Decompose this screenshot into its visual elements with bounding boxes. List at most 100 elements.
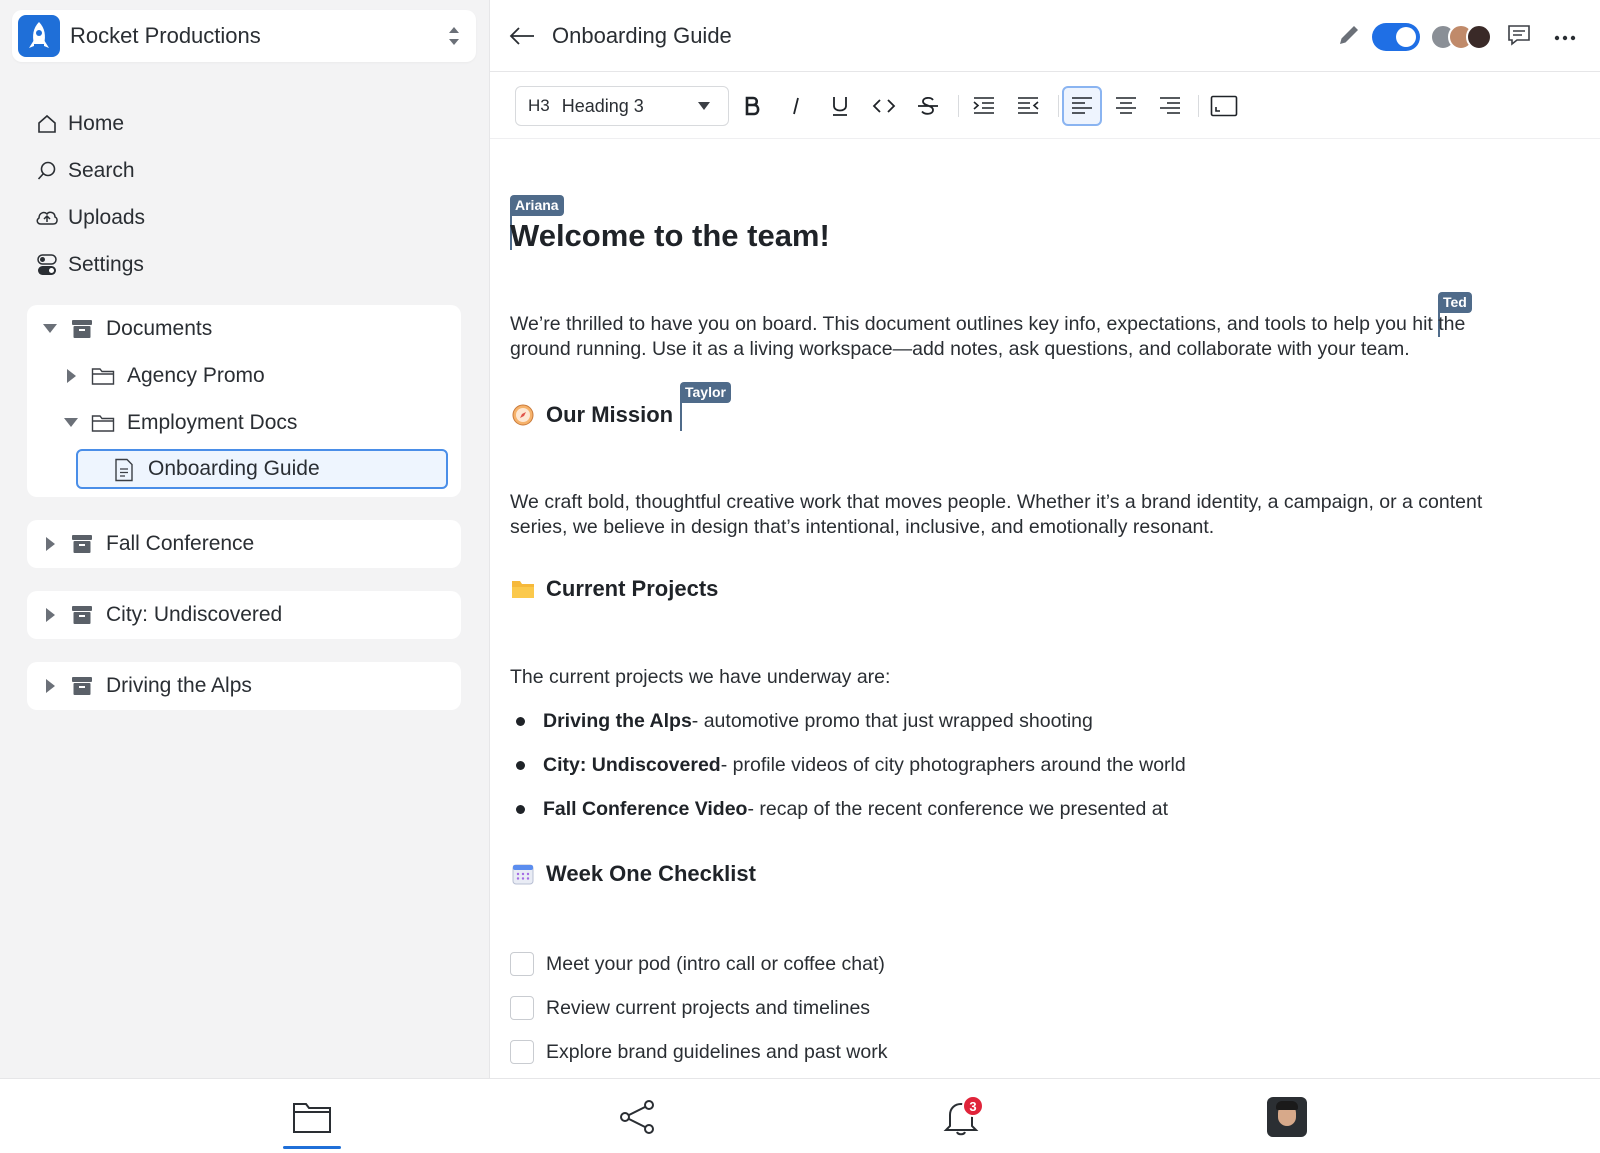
nav-label: Settings <box>68 252 144 276</box>
toolbar-divider <box>958 95 959 117</box>
toolbar-divider <box>1198 95 1199 117</box>
tree-group-driving-alps[interactable]: Driving the Alps <box>27 662 461 710</box>
caret-right-icon <box>61 368 81 383</box>
nav-item-uploads[interactable]: Uploads <box>34 194 145 241</box>
checklist-item[interactable]: Explore brand guidelines and past work <box>510 1040 887 1064</box>
project-name: Driving the Alps <box>543 710 692 732</box>
heading-text: Current Projects <box>546 576 719 601</box>
editor-header: Onboarding Guide <box>490 0 1600 72</box>
tree-item-onboarding-guide[interactable]: Onboarding Guide <box>76 449 448 489</box>
style-label: Heading 3 <box>561 95 644 116</box>
checklist-label: Meet your pod (intro call or coffee chat… <box>546 952 885 975</box>
document-title: Welcome to the team! <box>510 218 830 253</box>
caret-right-icon <box>40 607 60 622</box>
folder-open-icon <box>89 410 117 436</box>
home-icon <box>34 111 60 137</box>
folder-tab-icon[interactable] <box>289 1097 335 1137</box>
checklist-item[interactable]: Meet your pod (intro call or coffee chat… <box>510 952 885 976</box>
intro-line: ground running. Use it as a living works… <box>510 338 1410 360</box>
archive-box-icon <box>68 602 96 628</box>
main-nav: Home Search Uploads Settings <box>34 100 145 288</box>
projects-intro: The current projects we have underway ar… <box>510 666 891 688</box>
align-center-button[interactable] <box>1106 86 1146 126</box>
folder-icon <box>89 363 117 389</box>
strikethrough-button[interactable] <box>908 86 948 126</box>
tree-label: Employment Docs <box>127 410 298 434</box>
pencil-icon[interactable] <box>1336 22 1362 53</box>
mission-line: We craft bold, thoughtful creative work … <box>510 491 1483 513</box>
bottom-tab-bar <box>0 1078 1600 1153</box>
code-button[interactable] <box>864 86 904 126</box>
checkbox[interactable] <box>510 952 534 976</box>
tree-label: Onboarding Guide <box>148 457 320 480</box>
intro-paragraph: We’re thrilled to have you on board. Thi… <box>510 312 1560 362</box>
workspace-name: Rocket Productions <box>70 23 261 48</box>
project-name: City: Undiscovered <box>543 754 721 776</box>
comment-icon[interactable] <box>1506 22 1532 53</box>
tree-item-agency-promo[interactable]: Agency Promo <box>27 352 461 399</box>
heading-text: Week One Checklist <box>546 861 756 886</box>
tree-label: City: Undiscovered <box>106 602 283 626</box>
checkbox[interactable] <box>510 1040 534 1064</box>
nav-item-home[interactable]: Home <box>34 100 145 147</box>
caret-down-icon <box>40 324 60 333</box>
sidebar: Rocket Productions Home Search Uploads S… <box>0 0 490 1078</box>
list-item: Fall Conference Video - recap of the rec… <box>516 798 1168 821</box>
project-desc: - recap of the recent conference we pres… <box>747 798 1169 820</box>
checklist-label: Review current projects and timelines <box>546 996 871 1019</box>
document-icon <box>114 458 136 482</box>
caret-down-icon <box>61 418 81 427</box>
nav-item-search[interactable]: Search <box>34 147 145 194</box>
caret-right-icon <box>40 536 60 551</box>
list-item: City: Undiscovered - profile videos of c… <box>516 754 1186 777</box>
indent-button[interactable] <box>964 86 1004 126</box>
cloud-upload-icon <box>34 205 60 231</box>
collaborator-avatars[interactable] <box>1430 24 1492 50</box>
underline-button[interactable] <box>820 86 860 126</box>
checklist-item[interactable]: Review current projects and timelines <box>510 996 870 1020</box>
bold-button[interactable] <box>732 86 772 126</box>
heading-text: Our Mission <box>546 402 674 427</box>
project-desc: - automotive promo that just wrapped sho… <box>691 710 1093 732</box>
nav-label: Home <box>68 111 125 135</box>
workspace-switcher[interactable]: Rocket Productions <box>12 10 476 62</box>
checklist-label: Explore brand guidelines and past work <box>546 1040 888 1063</box>
align-right-button[interactable] <box>1150 86 1190 126</box>
align-left-button[interactable] <box>1062 86 1102 126</box>
edit-mode-toggle[interactable] <box>1372 23 1420 51</box>
fullscreen-button[interactable] <box>1204 86 1244 126</box>
nav-label: Search <box>68 158 135 182</box>
profile-avatar[interactable] <box>1264 1097 1310 1137</box>
more-options-icon[interactable] <box>1554 28 1576 46</box>
nav-item-settings[interactable]: Settings <box>34 241 145 288</box>
collaborator-cursor-label: Ariana <box>510 195 564 216</box>
mission-paragraph: We craft bold, thoughtful creative work … <box>510 490 1560 540</box>
toolbar-divider <box>1058 95 1059 117</box>
tree-group-city-undiscovered[interactable]: City: Undiscovered <box>27 591 461 639</box>
text-style-select[interactable]: H3 Heading 3 <box>515 86 729 126</box>
mission-heading: Our Mission <box>510 402 673 428</box>
caret-right-icon <box>40 678 60 693</box>
italic-button[interactable] <box>776 86 816 126</box>
intro-line: We’re thrilled to have you on board. Thi… <box>510 313 1466 335</box>
outdent-button[interactable] <box>1008 86 1048 126</box>
folder-emoji-icon <box>510 576 536 602</box>
tree-group-fall-conference[interactable]: Fall Conference <box>27 520 461 568</box>
archive-box-icon <box>68 316 96 342</box>
tree-label: Driving the Alps <box>106 673 252 697</box>
compass-icon <box>510 402 536 428</box>
checkbox[interactable] <box>510 996 534 1020</box>
project-desc: - profile videos of city photographers a… <box>720 754 1186 776</box>
tree-item-documents[interactable]: Documents <box>27 305 461 352</box>
tree-group-documents: Documents Agency Promo Employment Docs O… <box>27 305 461 497</box>
active-tab-indicator <box>283 1146 341 1149</box>
page-title: Onboarding Guide <box>552 22 732 48</box>
notification-badge: 3 <box>962 1095 984 1117</box>
tree-item-employment-docs[interactable]: Employment Docs <box>27 399 461 446</box>
calendar-icon <box>510 861 536 887</box>
share-icon[interactable] <box>614 1097 660 1137</box>
nav-label: Uploads <box>68 205 146 229</box>
format-toolbar: H3 Heading 3 <box>490 73 1600 139</box>
back-arrow-icon[interactable] <box>508 24 538 48</box>
project-name: Fall Conference Video <box>543 798 748 820</box>
